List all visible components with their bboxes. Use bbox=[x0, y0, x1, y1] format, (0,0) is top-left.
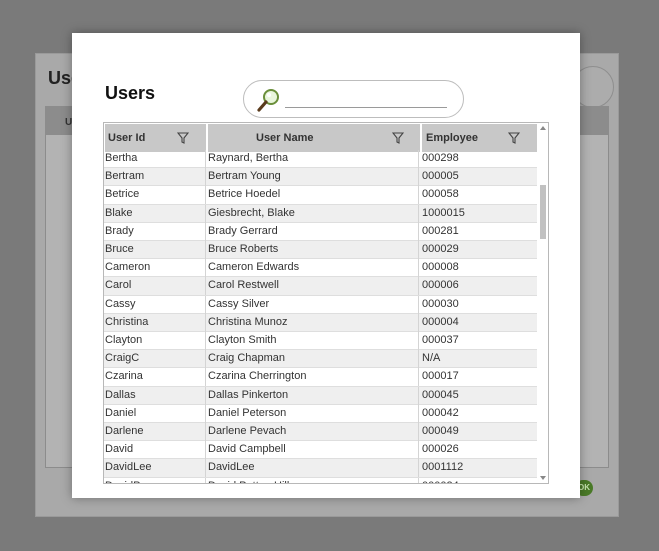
employee-cell: 000006 bbox=[422, 279, 459, 292]
user-id-cell: Cassy bbox=[105, 295, 206, 314]
employee-cell: 000049 bbox=[422, 425, 459, 437]
user-id-cell: Clayton bbox=[105, 332, 206, 350]
table-row[interactable]: Cameron Cameron Edwards 000008 bbox=[104, 259, 537, 278]
user-id-cell: CraigC bbox=[105, 350, 206, 369]
user-name-cell: Carol Restwell bbox=[208, 277, 419, 296]
employee-cell: 000024 bbox=[422, 478, 534, 483]
user-name-cell: Giesbrecht, Blake bbox=[208, 204, 419, 223]
table-row[interactable]: Blake Giesbrecht, Blake 1000015 bbox=[104, 204, 537, 223]
table-row[interactable]: Carol Carol Restwell 000006 bbox=[104, 277, 537, 296]
table-header: User Id User Name Employee bbox=[104, 123, 537, 153]
filter-icon[interactable] bbox=[392, 132, 404, 144]
column-header-label: User Name bbox=[256, 132, 314, 144]
user-id-cell: Darlene bbox=[105, 423, 206, 441]
employee-cell: 000030 bbox=[422, 297, 459, 310]
table-row[interactable]: Bertha Raynard, Bertha 000298 bbox=[104, 150, 537, 169]
user-name-cell: Christina Munoz bbox=[208, 313, 419, 332]
employee-cell: 000058 bbox=[422, 188, 459, 201]
employee-cell: 000045 bbox=[422, 388, 459, 401]
table-scrollbar[interactable] bbox=[538, 123, 548, 483]
table-row[interactable]: Betrice Betrice Hoedel 000058 bbox=[104, 186, 537, 205]
user-name-cell: Bruce Roberts bbox=[208, 241, 419, 259]
column-header-label: User Id bbox=[108, 132, 146, 144]
table-row[interactable]: Daniel Daniel Peterson 000042 bbox=[104, 404, 537, 423]
user-name-cell: DavidLee bbox=[208, 459, 419, 478]
user-name-cell: David Campbell bbox=[208, 441, 419, 460]
search-input[interactable] bbox=[285, 89, 447, 108]
user-name-cell: Darlene Pevach bbox=[208, 423, 419, 441]
user-name-cell: Raynard, Bertha bbox=[208, 150, 419, 168]
scroll-down-arrow-icon[interactable] bbox=[540, 476, 546, 480]
table-row[interactable]: Darlene Darlene Pevach 000049 bbox=[104, 423, 537, 442]
table-row[interactable]: Christina Christina Munoz 000004 bbox=[104, 313, 537, 332]
user-name-cell: Bertram Young bbox=[208, 168, 419, 187]
table-row[interactable]: DavidLee DavidLee 0001112 bbox=[104, 459, 537, 478]
user-id-cell: Betrice bbox=[105, 186, 206, 205]
filter-icon[interactable] bbox=[508, 132, 520, 144]
table-row[interactable]: Cassy Cassy Silver 000030 bbox=[104, 295, 537, 314]
user-name-cell: Czarina Cherrington bbox=[208, 368, 419, 387]
user-id-cell: Bertram bbox=[105, 168, 206, 187]
user-id-cell: DavidLee bbox=[105, 459, 206, 478]
user-id-cell: Brady bbox=[105, 222, 206, 241]
employee-cell: 000042 bbox=[422, 406, 459, 419]
users-table: User Id User Name Employee Bertha Raynard… bbox=[103, 122, 549, 484]
user-id-cell: DavidP bbox=[105, 477, 206, 483]
employee-cell: 1000015 bbox=[422, 206, 465, 219]
column-header-employee[interactable]: Employee bbox=[422, 124, 537, 152]
employee-cell: 000017 bbox=[422, 370, 459, 383]
user-id-cell: Dallas bbox=[105, 386, 206, 405]
user-name-cell: Clayton Smith bbox=[208, 332, 419, 350]
employee-cell: 000037 bbox=[422, 334, 459, 346]
scrollbar-thumb[interactable] bbox=[540, 185, 546, 239]
user-id-cell: Christina bbox=[105, 313, 206, 332]
user-name-cell: Dallas Pinkerton bbox=[208, 386, 419, 405]
employee-cell: 000004 bbox=[422, 315, 459, 328]
column-header-user-id[interactable]: User Id bbox=[105, 124, 208, 152]
table-row[interactable]: DavidPDavid Patton Hill000024 bbox=[104, 477, 537, 483]
column-header-user-name[interactable]: User Name bbox=[208, 124, 422, 152]
scroll-up-arrow-icon[interactable] bbox=[540, 126, 546, 130]
user-name-cell: Craig Chapman bbox=[208, 350, 419, 369]
table-row[interactable]: Brady Brady Gerrard 000281 bbox=[104, 222, 537, 241]
employee-cell: 000298 bbox=[422, 152, 459, 164]
table-row[interactable]: Bruce Bruce Roberts 000029 bbox=[104, 241, 537, 260]
user-id-cell: Bruce bbox=[105, 241, 206, 259]
employee-cell: 000281 bbox=[422, 224, 459, 237]
search-box bbox=[243, 80, 464, 118]
user-name-cell: Cameron Edwards bbox=[208, 259, 419, 278]
users-dialog: Users User Id User Name Employee Bertha … bbox=[72, 33, 580, 498]
user-id-cell: David bbox=[105, 441, 206, 460]
filter-icon[interactable] bbox=[177, 132, 189, 144]
table-row[interactable]: David David Campbell 000026 bbox=[104, 441, 537, 460]
search-icon[interactable] bbox=[256, 87, 282, 113]
employee-cell: 000008 bbox=[422, 261, 459, 274]
user-name-cell: Cassy Silver bbox=[208, 295, 419, 314]
employee-cell: 000029 bbox=[422, 243, 459, 255]
employee-cell: 000026 bbox=[422, 443, 459, 456]
user-id-cell: Cameron bbox=[105, 259, 206, 278]
user-id-cell: Carol bbox=[105, 277, 206, 296]
user-name-cell: Betrice Hoedel bbox=[208, 186, 419, 205]
table-row[interactable]: Dallas Dallas Pinkerton 000045 bbox=[104, 386, 537, 405]
user-name-cell: Daniel Peterson bbox=[208, 404, 419, 423]
table-row[interactable]: Czarina Czarina Cherrington 000017 bbox=[104, 368, 537, 387]
user-id-cell: Bertha bbox=[105, 150, 206, 168]
user-id-cell: Czarina bbox=[105, 368, 206, 387]
table-row[interactable]: CraigC Craig Chapman N/A bbox=[104, 350, 537, 369]
dialog-title: Users bbox=[105, 83, 156, 103]
user-id-cell: Daniel bbox=[105, 404, 206, 423]
employee-cell: 0001112 bbox=[422, 461, 464, 474]
user-name-cell: David Patton Hill bbox=[208, 477, 419, 483]
user-id-cell: Blake bbox=[105, 204, 206, 223]
employee-cell: 000005 bbox=[422, 170, 459, 183]
column-header-label: Employee bbox=[426, 132, 478, 144]
table-row[interactable]: Bertram Bertram Young 000005 bbox=[104, 168, 537, 187]
employee-cell: N/A bbox=[422, 352, 441, 365]
user-name-cell: Brady Gerrard bbox=[208, 222, 419, 241]
table-row[interactable]: Clayton Clayton Smith 000037 bbox=[104, 332, 537, 351]
